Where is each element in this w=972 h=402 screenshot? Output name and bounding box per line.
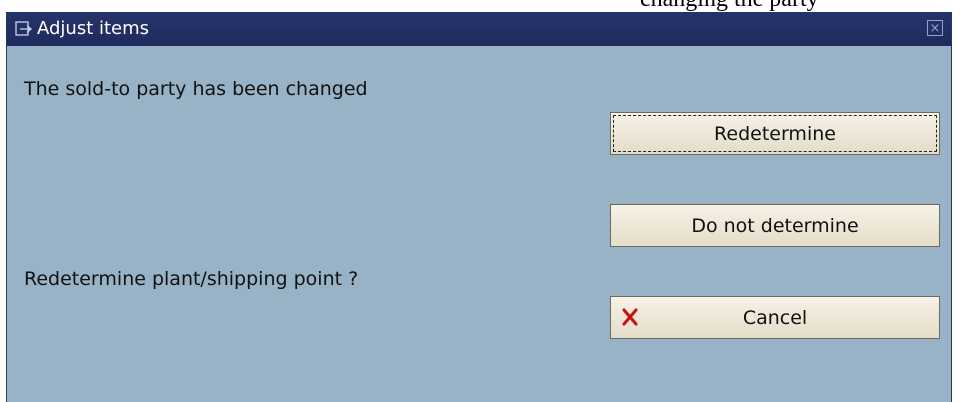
cancel-button-label: Cancel <box>742 306 808 329</box>
message-redetermine-question: Redetermine plant/shipping point ? <box>24 268 359 290</box>
dialog-titlebar[interactable]: Adjust items × <box>7 12 951 46</box>
background-caption-text: changing the party <box>640 0 819 12</box>
cancel-x-icon <box>621 307 639 327</box>
dialog-title: Adjust items <box>37 18 150 39</box>
dialog-window-icon <box>15 20 33 38</box>
message-sold-to-changed: The sold-to party has been changed <box>24 78 368 100</box>
close-icon[interactable]: × <box>927 20 943 36</box>
focus-outline <box>613 115 937 152</box>
adjust-items-dialog: Adjust items × The sold-to party has bee… <box>6 12 952 402</box>
do-not-determine-button[interactable]: Do not determine <box>610 204 940 247</box>
cancel-button[interactable]: Cancel <box>610 296 940 339</box>
background-document-strip: changing the party <box>0 0 972 12</box>
redetermine-button[interactable]: Redetermine <box>610 112 940 155</box>
do-not-determine-button-label: Do not determine <box>691 214 859 237</box>
